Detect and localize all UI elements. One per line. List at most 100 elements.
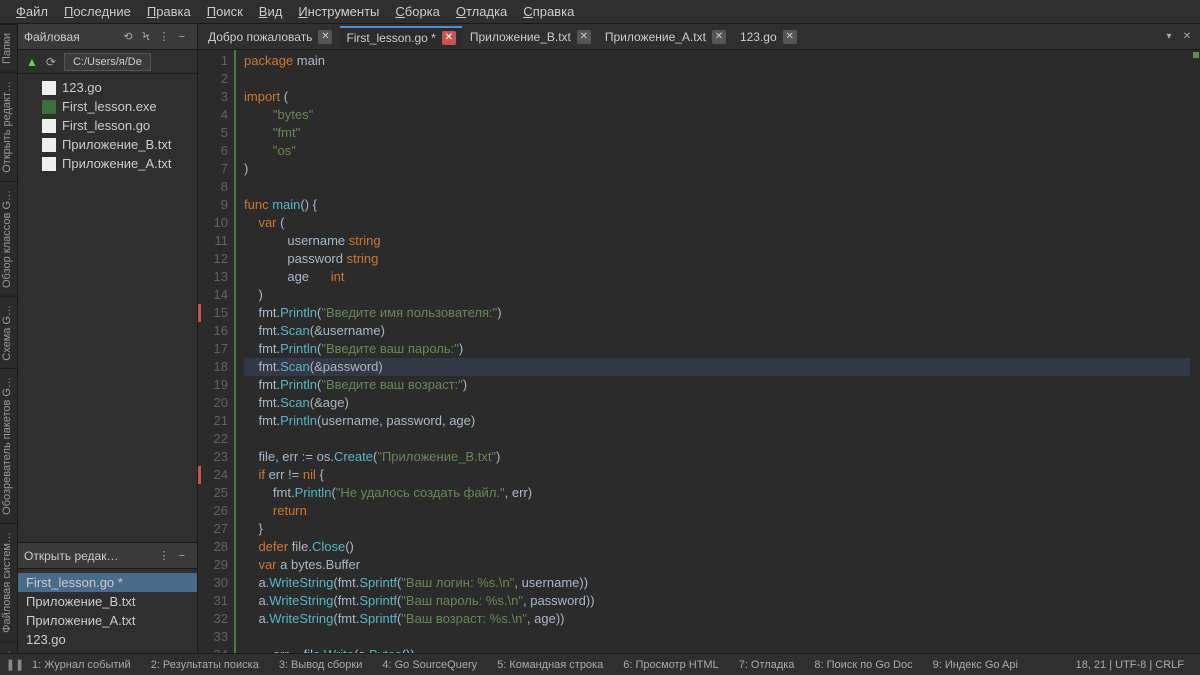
tree-item[interactable]: First_lesson.exe (18, 97, 197, 116)
status-item[interactable]: 7: Отладка (729, 659, 805, 671)
file-name: First_lesson.exe (62, 99, 157, 114)
code-line[interactable] (244, 628, 1190, 646)
close-icon[interactable]: ✕ (577, 30, 591, 44)
vtab-scheme[interactable]: Схема G… (0, 296, 17, 369)
code-line[interactable]: "fmt" (244, 124, 1190, 142)
code-line[interactable]: fmt.Println("Введите ваш пароль:") (244, 340, 1190, 358)
open-editor-item[interactable]: 123.go (18, 630, 197, 649)
vtab-open-editor[interactable]: Открыть редакт… (0, 72, 17, 181)
line-number: 30 (198, 574, 228, 592)
open-editor-item[interactable]: First_lesson.go * (18, 573, 197, 592)
code-line[interactable]: if err != nil { (244, 466, 1190, 484)
code-lines[interactable]: package main import ( "bytes" "fmt" "os")… (236, 50, 1190, 653)
vtab-class-view[interactable]: Обзор классов G… (0, 181, 17, 296)
menu-tools[interactable]: Инструменты (290, 4, 387, 19)
code-line[interactable]: a.WriteString(fmt.Sprintf("Ваш логин: %s… (244, 574, 1190, 592)
path-segment[interactable]: C:/Users/я/De (64, 53, 151, 71)
tree-item[interactable]: Приложение_A.txt (18, 154, 197, 173)
code-line[interactable]: fmt.Scan(&age) (244, 394, 1190, 412)
vtab-package-browser[interactable]: Обозреватель пакетов G… (0, 368, 17, 523)
pause-icon[interactable]: ❚❚ (8, 658, 22, 671)
code-line[interactable] (244, 178, 1190, 196)
options-icon[interactable]: ⋮ (155, 28, 173, 46)
code-line[interactable]: return (244, 502, 1190, 520)
close2-icon[interactable]: − (173, 547, 191, 565)
tree-item[interactable]: 123.go (18, 78, 197, 97)
code-line[interactable]: "bytes" (244, 106, 1190, 124)
editor-tab[interactable]: First_lesson.go * ✕ (340, 26, 461, 48)
editor-area: Добро пожаловать✕First_lesson.go *✕Прило… (198, 24, 1200, 653)
code-line[interactable]: var ( (244, 214, 1190, 232)
vtab-filesystem[interactable]: Файловая систем… (0, 523, 17, 641)
code-line[interactable]: fmt.Println(username, password, age) (244, 412, 1190, 430)
code-line[interactable]: username string (244, 232, 1190, 250)
code-line[interactable] (244, 70, 1190, 88)
editor-tab[interactable]: Добро пожаловать✕ (202, 26, 338, 48)
status-item[interactable]: 2: Результаты поиска (141, 659, 269, 671)
options2-icon[interactable]: ⋮ (155, 547, 173, 565)
file-icon (42, 157, 56, 171)
menu-file[interactable]: Файл (8, 4, 56, 19)
menu-debug[interactable]: Отладка (448, 4, 515, 19)
code-line[interactable]: a.WriteString(fmt.Sprintf("Ваш пароль: %… (244, 592, 1190, 610)
vtab-bookmarks[interactable]: Закладк… (0, 641, 17, 653)
code-line[interactable]: _, err = file.Write(a.Bytes()) (244, 646, 1190, 653)
menu-view[interactable]: Вид (251, 4, 291, 19)
code-line[interactable]: import ( (244, 88, 1190, 106)
editor-tab[interactable]: Приложение_B.txt✕ (464, 26, 597, 48)
code-line[interactable]: fmt.Println("Введите ваш возраст:") (244, 376, 1190, 394)
menu-edit[interactable]: Правка (139, 4, 199, 19)
tree-item[interactable]: First_lesson.go (18, 116, 197, 135)
code-line[interactable] (244, 430, 1190, 448)
code-line[interactable]: defer file.Close() (244, 538, 1190, 556)
tree-item[interactable]: Приложение_B.txt (18, 135, 197, 154)
code-line[interactable]: age int (244, 268, 1190, 286)
tab-label: First_lesson.go * (346, 31, 435, 45)
close-icon[interactable]: ✕ (318, 30, 332, 44)
status-item[interactable]: 1: Журнал событий (22, 659, 141, 671)
code-line[interactable]: password string (244, 250, 1190, 268)
code-line[interactable]: ) (244, 160, 1190, 178)
open-editor-item[interactable]: Приложение_A.txt (18, 611, 197, 630)
editor-tab[interactable]: Приложение_A.txt✕ (599, 26, 732, 48)
code-line[interactable]: func main() { (244, 196, 1190, 214)
editor-tabs: Добро пожаловать✕First_lesson.go *✕Прило… (198, 24, 1200, 50)
menu-help[interactable]: Справка (515, 4, 582, 19)
branch-icon[interactable]: Ϟ (137, 28, 155, 46)
menu-search[interactable]: Поиск (199, 4, 251, 19)
editor-tab[interactable]: 123.go✕ (734, 26, 803, 48)
minimap[interactable] (1190, 50, 1200, 653)
status-position[interactable]: 18, 21 | UTF-8 | CRLF (1068, 659, 1192, 671)
vtab-folders[interactable]: Папки (0, 24, 17, 72)
code-editor[interactable]: 1234567891011121314151617181920212223242… (198, 50, 1200, 653)
open-editor-item[interactable]: Приложение_B.txt (18, 592, 197, 611)
close-icon[interactable]: ✕ (783, 30, 797, 44)
status-item[interactable]: 5: Командная строка (487, 659, 613, 671)
code-line[interactable]: } (244, 520, 1190, 538)
code-line[interactable]: package main (244, 52, 1190, 70)
code-line[interactable]: var a bytes.Buffer (244, 556, 1190, 574)
close-icon[interactable]: ✕ (442, 31, 456, 45)
sync-icon[interactable]: ⟲ (119, 28, 137, 46)
refresh-icon[interactable]: ⟳ (42, 55, 60, 69)
status-item[interactable]: 4: Go SourceQuery (372, 659, 487, 671)
tab-dropdown-icon[interactable]: ▾ (1160, 28, 1178, 46)
code-line[interactable]: fmt.Println("Не удалось создать файл.", … (244, 484, 1190, 502)
code-line[interactable]: ) (244, 286, 1190, 304)
status-item[interactable]: 9: Индекс Go Api (923, 659, 1028, 671)
code-line[interactable]: "os" (244, 142, 1190, 160)
code-line[interactable]: fmt.Scan(&password) (244, 358, 1190, 376)
code-line[interactable]: fmt.Println("Введите имя пользователя:") (244, 304, 1190, 322)
code-line[interactable]: file, err := os.Create("Приложение_B.txt… (244, 448, 1190, 466)
menu-recent[interactable]: Последние (56, 4, 139, 19)
close-icon[interactable]: ✕ (712, 30, 726, 44)
up-icon[interactable]: ▲ (22, 55, 42, 69)
code-line[interactable]: fmt.Scan(&username) (244, 322, 1190, 340)
status-item[interactable]: 8: Поиск по Go Doc (804, 659, 922, 671)
close-panel-icon[interactable]: − (173, 28, 191, 46)
status-item[interactable]: 6: Просмотр HTML (613, 659, 728, 671)
tab-close-all-icon[interactable]: ✕ (1178, 28, 1196, 46)
menu-build[interactable]: Сборка (387, 4, 448, 19)
status-item[interactable]: 3: Вывод сборки (269, 659, 373, 671)
code-line[interactable]: a.WriteString(fmt.Sprintf("Ваш возраст: … (244, 610, 1190, 628)
